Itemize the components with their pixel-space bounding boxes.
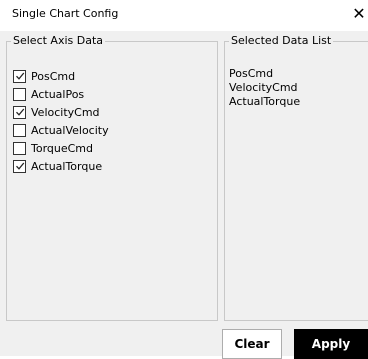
selected-list-item[interactable]: PosCmd xyxy=(229,67,300,81)
clear-button[interactable]: Clear xyxy=(222,329,282,359)
apply-button[interactable]: Apply xyxy=(294,329,368,359)
axis-item-actualvelocity[interactable]: ActualVelocity xyxy=(13,121,109,139)
axis-item-label: ActualPos xyxy=(31,87,85,101)
axis-item-label: VelocityCmd xyxy=(31,105,100,119)
checkbox[interactable] xyxy=(13,159,26,173)
checkbox[interactable] xyxy=(13,141,26,155)
axis-item-torquecmd[interactable]: TorqueCmd xyxy=(13,139,109,157)
title-bar: Single Chart Config ✕ xyxy=(0,0,368,30)
window-title: Single Chart Config xyxy=(12,7,119,20)
selected-list-item[interactable]: VelocityCmd xyxy=(229,81,300,95)
axis-checkbox-list: PosCmd ActualPos VelocityCmd ActualVeloc… xyxy=(13,67,109,175)
selected-list-item[interactable]: ActualTorque xyxy=(229,95,300,109)
selected-data-list-legend: Selected Data List xyxy=(231,34,332,47)
dialog-body: Select Axis Data PosCmd ActualPos Veloci… xyxy=(0,31,368,359)
checkbox[interactable] xyxy=(13,123,26,137)
axis-item-label: TorqueCmd xyxy=(31,141,94,155)
axis-item-label: ActualVelocity xyxy=(31,123,109,137)
axis-item-velocitycmd[interactable]: VelocityCmd xyxy=(13,103,109,121)
axis-item-poscmd[interactable]: PosCmd xyxy=(13,67,109,85)
select-axis-data-legend: Select Axis Data xyxy=(13,34,104,47)
close-icon[interactable]: ✕ xyxy=(350,3,368,25)
axis-item-label: ActualTorque xyxy=(31,159,103,173)
select-axis-data-group: Select Axis Data PosCmd ActualPos Veloci… xyxy=(6,35,218,321)
selected-data-list[interactable]: PosCmd VelocityCmd ActualTorque xyxy=(229,67,300,109)
selected-data-list-group: Selected Data List PosCmd VelocityCmd Ac… xyxy=(224,35,368,321)
axis-item-label: PosCmd xyxy=(31,69,76,83)
axis-item-actualtorque[interactable]: ActualTorque xyxy=(13,157,109,175)
checkbox[interactable] xyxy=(13,105,26,119)
checkbox[interactable] xyxy=(13,87,26,101)
checkbox[interactable] xyxy=(13,69,26,83)
axis-item-actualpos[interactable]: ActualPos xyxy=(13,85,109,103)
